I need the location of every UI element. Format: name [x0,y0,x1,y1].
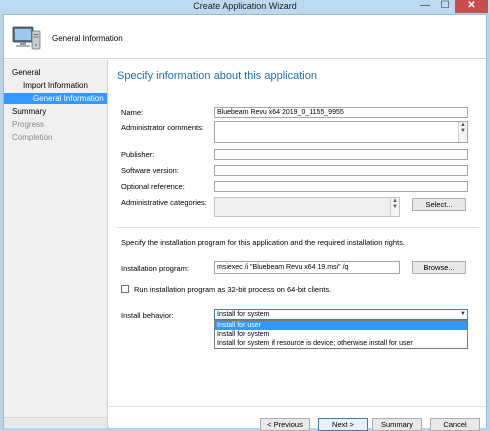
admin-categories-scrollbar[interactable]: ▲ ▼ [390,198,399,216]
nav-item-general[interactable]: General [12,68,40,77]
admin-comments-label: Administrator comments: [121,123,204,132]
nav-item-import-information[interactable]: Import Information [23,81,88,90]
run-32bit-checkbox[interactable] [121,285,129,293]
install-behavior-option-system-if-device[interactable]: Install for system if resource is device… [215,339,467,348]
software-version-label: Software version: [121,166,179,175]
cancel-button[interactable]: Cancel [430,418,480,431]
wizard-content: Specify information about this applicati… [109,60,486,431]
wizard-window: Create Application Wizard — ☐ ✕ General … [0,0,490,431]
wizard-nav: General Import Information General Infor… [4,60,108,428]
wizard-header: General Information [4,15,486,59]
header-title: General Information [52,34,123,43]
run-32bit-label: Run installation program as 32-bit proce… [134,285,332,294]
name-label: Name: [121,108,144,117]
nav-item-progress: Progress [12,120,45,129]
software-version-field[interactable] [214,165,468,176]
install-behavior-option-user[interactable]: Install for user [215,321,467,330]
install-behavior-dropdown: Install for user Install for system Inst… [214,320,468,349]
select-button[interactable]: Select... [412,198,466,211]
wizard-client-area: General Information General Import Infor… [3,14,487,431]
install-behavior-select[interactable]: Install for system ▼ [214,309,468,320]
publisher-label: Publisher: [121,150,155,159]
previous-button[interactable]: < Previous [260,418,310,431]
chevron-down-icon: ▼ [460,311,466,317]
optional-reference-label: Optional reference: [121,182,185,191]
admin-comments-field[interactable] [214,121,468,143]
footer-divider [109,406,486,407]
install-behavior-label: Install behavior: [121,311,174,320]
title-bar: Create Application Wizard — ☐ ✕ [0,0,490,14]
install-description: Specify the installation program for thi… [121,238,405,247]
admin-categories-label: Administrative categories: [121,198,207,207]
summary-button[interactable]: Summary [372,418,422,431]
next-button[interactable]: Next > [318,418,368,431]
computer-icon [12,26,41,50]
admin-categories-field[interactable] [214,197,400,217]
close-button[interactable]: ✕ [455,0,488,13]
section-divider [117,227,479,228]
maximize-button[interactable]: ☐ [435,0,455,13]
publisher-field[interactable] [214,149,468,160]
nav-item-summary[interactable]: Summary [12,107,46,116]
nav-horizontal-scrollbar[interactable] [4,417,107,427]
nav-item-general-information[interactable]: General Information [4,93,107,104]
nav-item-completion: Completion [12,133,53,142]
optional-reference-field[interactable] [214,181,468,192]
installation-program-field[interactable]: msiexec /i "Bluebeam Revu x64 19.msi" /q [214,261,400,274]
page-heading: Specify information about this applicati… [117,70,317,82]
install-behavior-selected-value: Install for system [217,311,270,318]
install-behavior-option-system[interactable]: Install for system [215,330,467,339]
browse-button[interactable]: Browse... [412,261,466,274]
installation-program-label: Installation program: [121,264,189,273]
name-field[interactable]: Bluebeam Revu x64 2019_0_1155_9955 [214,107,468,118]
minimize-button[interactable]: — [415,0,435,13]
admin-comments-scrollbar[interactable]: ▲ ▼ [458,122,467,142]
